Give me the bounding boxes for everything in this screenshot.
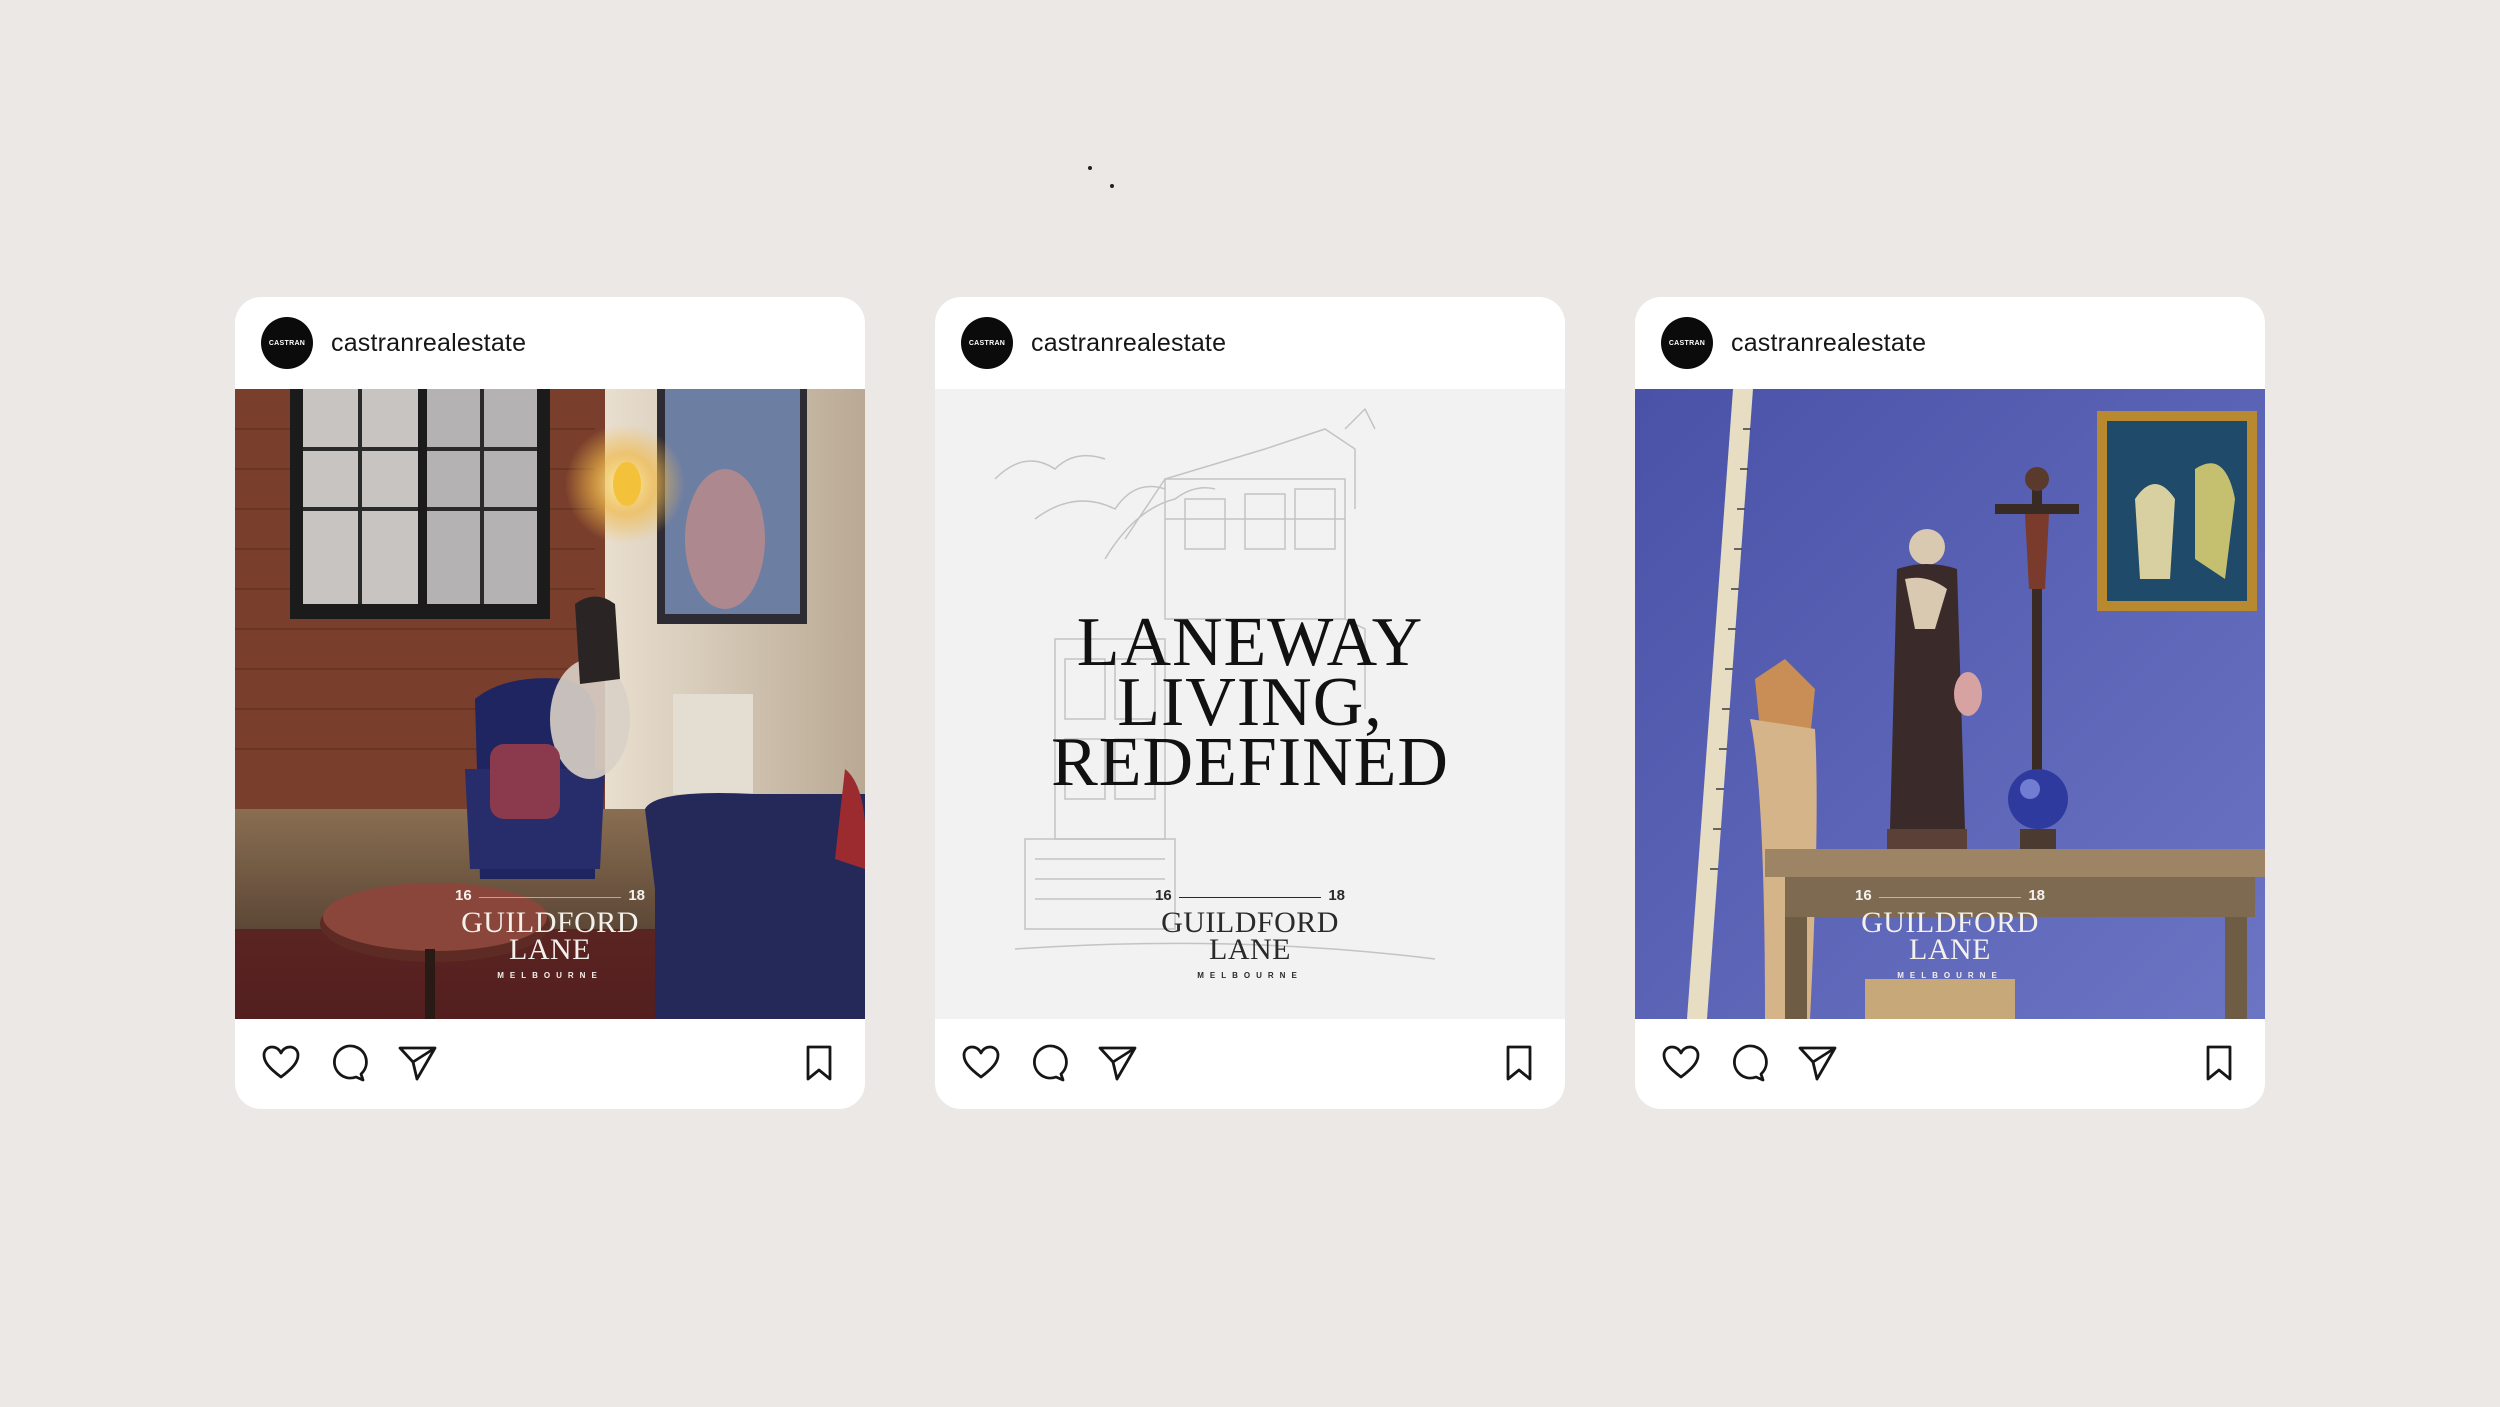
post-header: CASTRAN castranrealestate — [935, 297, 1565, 389]
logo-number-left: 16 — [455, 887, 472, 904]
logo-line-2: LANE — [1909, 933, 1991, 966]
avatar-text: CASTRAN — [968, 339, 1006, 347]
heart-icon[interactable] — [259, 1041, 303, 1085]
post-header: CASTRAN castranrealestate — [1635, 297, 2265, 389]
heart-icon[interactable] — [1659, 1041, 1703, 1085]
logo-rule — [479, 897, 621, 898]
logo-line-2: LANE — [509, 933, 591, 966]
bookmark-icon[interactable] — [1497, 1041, 1541, 1085]
logo-line-1: GUILDFORD — [461, 906, 639, 939]
bookmark-icon[interactable] — [2197, 1041, 2241, 1085]
heart-icon[interactable] — [959, 1041, 1003, 1085]
avatar[interactable]: CASTRAN — [1661, 317, 1713, 369]
logo-rule — [1179, 897, 1321, 898]
logo-line-2: LANE — [1209, 933, 1291, 966]
username[interactable]: castranrealestate — [1031, 329, 1226, 358]
comment-icon[interactable] — [1725, 1041, 1769, 1085]
avatar-text: CASTRAN — [1668, 339, 1706, 347]
post-actions — [935, 1019, 1565, 1109]
post-card: CASTRAN castranrealestate — [935, 297, 1565, 1109]
logo-line-1: GUILDFORD — [1861, 906, 2039, 939]
avatar-text: CASTRAN — [268, 339, 306, 347]
post-card: CASTRAN castranrealestate — [235, 297, 865, 1109]
logo-number-right: 18 — [1328, 887, 1345, 904]
avatar[interactable]: CASTRAN — [261, 317, 313, 369]
logo-rule — [1879, 897, 2021, 898]
guildford-lane-logo: 16 18 GUILDFORD LANE MELBOURNE — [935, 887, 1565, 980]
send-icon[interactable] — [1095, 1041, 1139, 1085]
post-image-blue-wall[interactable]: 16 18 GUILDFORD LANE MELBOURNE — [1635, 389, 2265, 1019]
post-card: CASTRAN castranrealestate — [1635, 297, 2265, 1109]
logo-line-1: GUILDFORD — [1161, 906, 1339, 939]
send-icon[interactable] — [1795, 1041, 1839, 1085]
logo-city: MELBOURNE — [497, 971, 603, 980]
decorative-dot — [1088, 166, 1092, 170]
post-header: CASTRAN castranrealestate — [235, 297, 865, 389]
post-image-living-room[interactable]: 16 18 GUILDFORD LANE MELBOURNE — [235, 389, 865, 1019]
comment-icon[interactable] — [325, 1041, 369, 1085]
logo-number-right: 18 — [628, 887, 645, 904]
logo-number-left: 16 — [1155, 887, 1172, 904]
username[interactable]: castranrealestate — [1731, 329, 1926, 358]
logo-city: MELBOURNE — [1197, 971, 1303, 980]
logo-number-left: 16 — [1855, 887, 1872, 904]
headline-line-3: REDEFINED — [1051, 724, 1449, 801]
logo-city: MELBOURNE — [1897, 971, 2003, 980]
post-actions — [1635, 1019, 2265, 1109]
bookmark-icon[interactable] — [797, 1041, 841, 1085]
username[interactable]: castranrealestate — [331, 329, 526, 358]
guildford-lane-logo: 16 18 GUILDFORD LANE MELBOURNE — [1635, 887, 2265, 980]
post-headline: LANEWAY LIVING, REDEFINED — [935, 608, 1565, 801]
comment-icon[interactable] — [1025, 1041, 1069, 1085]
logo-number-right: 18 — [2028, 887, 2045, 904]
decorative-dot — [1110, 184, 1114, 188]
post-image-sketch[interactable]: LANEWAY LIVING, REDEFINED 16 18 GUILDFOR… — [935, 389, 1565, 1019]
avatar[interactable]: CASTRAN — [961, 317, 1013, 369]
send-icon[interactable] — [395, 1041, 439, 1085]
guildford-lane-logo: 16 18 GUILDFORD LANE MELBOURNE — [235, 887, 865, 980]
post-actions — [235, 1019, 865, 1109]
